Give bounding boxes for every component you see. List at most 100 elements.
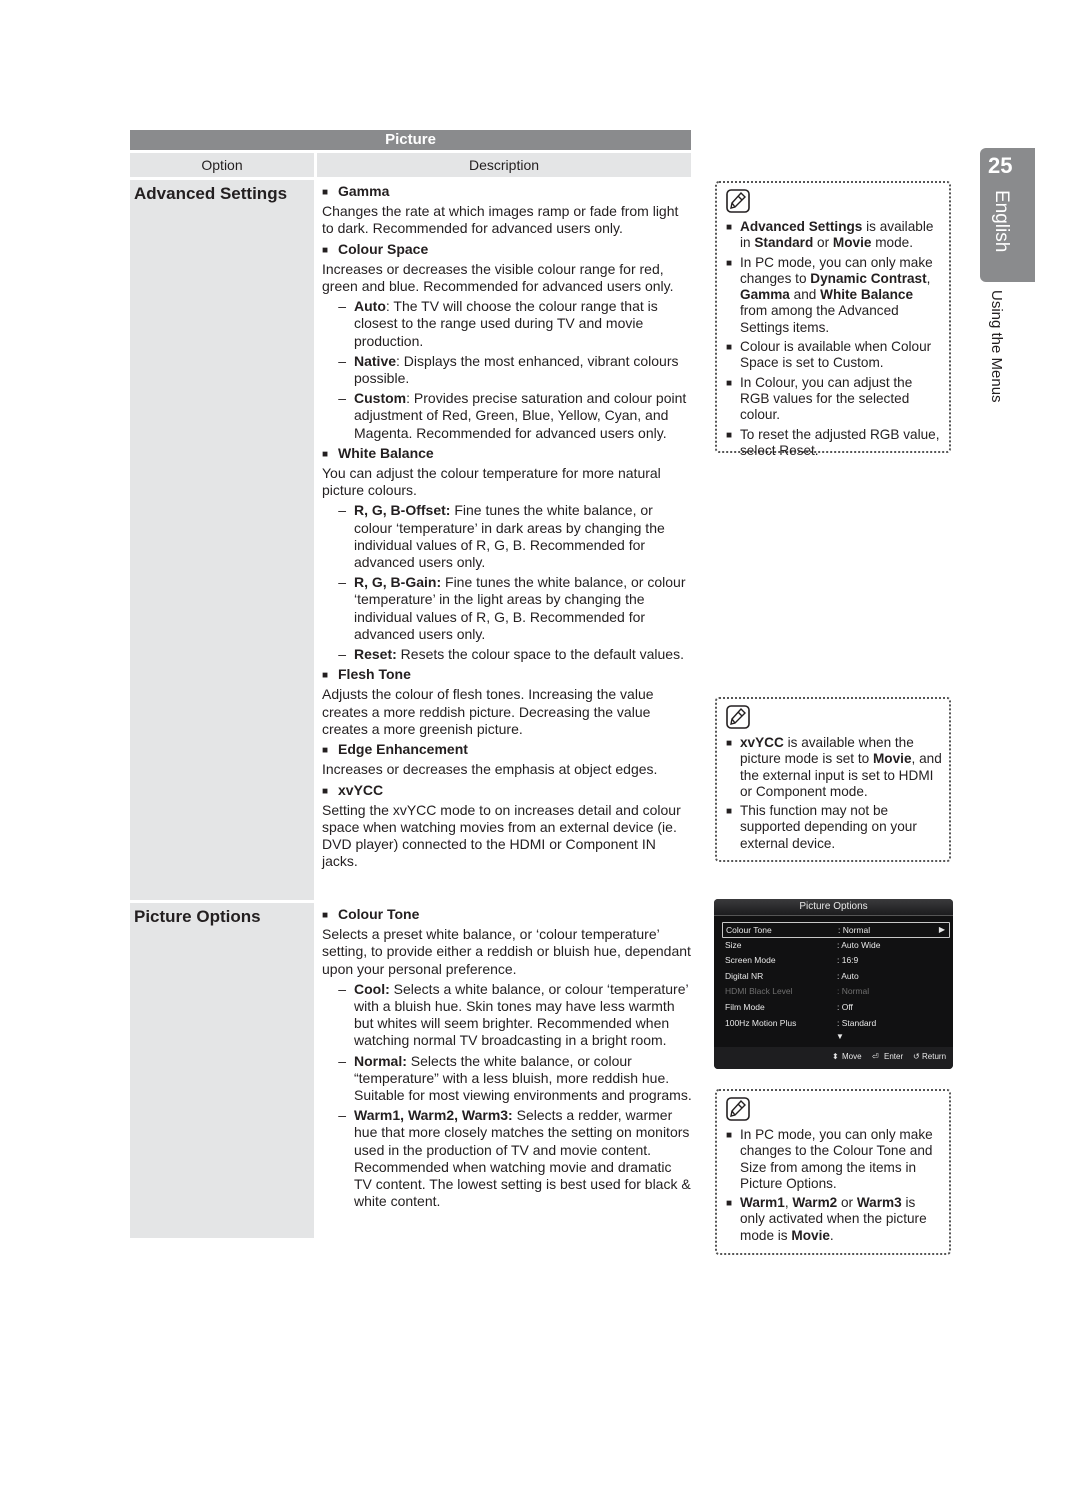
- sub-item-term: Custom: [354, 390, 407, 407]
- page-number: 25: [988, 153, 1013, 178]
- osd-footer: ⬍ Move ⏎ Enter ↺ Return: [714, 1047, 953, 1069]
- dash-bullet: –: [338, 1052, 346, 1069]
- osd-row-key: Size: [725, 939, 742, 950]
- item-description: You can adjust the colour temperature fo…: [322, 465, 661, 499]
- sub-item-desc: Selects a white balance, or colour ‘temp…: [354, 980, 689, 1049]
- note-box-advanced-settings: ■ Advanced Settings is available in Stand…: [715, 181, 951, 458]
- note-emphasis: Movie: [872, 751, 912, 767]
- item-description: Changes the rate at which images ramp or…: [322, 203, 679, 237]
- note-text: Advanced Settings is available in Standa…: [740, 219, 943, 252]
- osd-row-value: : Off: [837, 1002, 853, 1012]
- item-heading: ■ Colour Space: [322, 241, 692, 259]
- sub-item-text: Reset: Resets the colour space to the de…: [354, 646, 692, 663]
- osd-menu-row: 100Hz Motion Plus : Standard: [722, 1016, 948, 1030]
- osd-row-key: Film Mode: [725, 1002, 765, 1012]
- osd-return-label: Return: [922, 1052, 947, 1061]
- note-fragment: .: [829, 1227, 834, 1243]
- note-emphasis: xvYCC: [740, 735, 784, 750]
- osd-move-label: Move: [842, 1052, 862, 1061]
- note-fragment: To reset the adjusted RGB value, select …: [740, 426, 940, 458]
- item-description: Increases or decreases the visible colou…: [322, 260, 674, 295]
- sub-item-term: R, G, B-Gain:: [354, 574, 442, 591]
- side-tab: 25 English: [980, 148, 1035, 282]
- note-text: In Colour, you can adjust the RGB values…: [740, 375, 943, 424]
- item-title: Colour Space: [338, 240, 429, 257]
- item-title: Edge Enhancement: [338, 741, 468, 758]
- note-text: Colour is available when Colour Space is…: [740, 339, 943, 372]
- osd-row-value: : Normal: [838, 925, 871, 935]
- sub-item-term: Cool:: [354, 980, 390, 997]
- note-text: To reset the adjusted RGB value, select …: [740, 427, 943, 460]
- note-item: ■ To reset the adjusted RGB value, select…: [726, 427, 943, 460]
- note-fragment: and: [789, 287, 821, 303]
- item-heading: ■ Colour Tone: [322, 906, 692, 924]
- item-title: xvYCC: [338, 781, 384, 798]
- note-emphasis: Gamma: [740, 287, 790, 303]
- sub-item-text: Normal: Selects the white balance, or co…: [354, 1053, 692, 1105]
- dash-bullet: –: [338, 980, 346, 997]
- item-heading: ■ Edge Enhancement: [322, 741, 692, 759]
- section-label: Using the Menus: [988, 290, 1005, 403]
- note-fragment: or: [813, 235, 833, 251]
- note-fragment: ,: [926, 270, 931, 286]
- bullet-square-icon: ■: [726, 429, 733, 441]
- sub-item-text: Custom: Provides precise saturation and …: [354, 390, 692, 442]
- sub-item-text: R, G, B-Gain: Fine tunes the white balan…: [354, 574, 692, 643]
- chevron-right-icon: ▶: [938, 925, 945, 934]
- sub-item-desc: : Displays the most enhanced, vibrant co…: [354, 352, 679, 387]
- osd-menu-row: Colour Tone : Normal ▶: [722, 922, 950, 938]
- note-item: ■ In PC mode, you can only make changes t…: [726, 255, 943, 336]
- item-description: Selects a preset white balance, or ‘colo…: [322, 926, 691, 977]
- osd-title: Picture Options: [714, 899, 953, 916]
- return-icon: ↺: [913, 1052, 920, 1061]
- note-fragment: or: [837, 1195, 857, 1211]
- sub-item-desc: Resets the colour space to the default v…: [396, 646, 684, 663]
- item-title: Gamma: [338, 183, 390, 199]
- option-label: Advanced Settings: [134, 184, 288, 203]
- note-emphasis: Warm1: [740, 1195, 785, 1211]
- note-fragment: In PC mode, you can only make changes to…: [740, 1127, 933, 1191]
- sub-item-text: R, G, B-Offset: Fine tunes the white bal…: [354, 502, 692, 571]
- osd-row-value: : Standard: [837, 1017, 877, 1028]
- dash-bullet: –: [338, 574, 346, 591]
- description-picture-options: ■ Colour Tone Selects a preset white balan…: [322, 903, 692, 1210]
- note-item: ■ Advanced Settings is available in Stand…: [726, 219, 943, 252]
- note-emphasis: Standard: [754, 235, 814, 251]
- note-emphasis: Warm3: [856, 1195, 902, 1211]
- note-fragment: Colour is available when Colour Space is…: [740, 339, 932, 371]
- column-header-description: Description: [317, 153, 691, 177]
- osd-row-value: : 16:9: [837, 955, 859, 966]
- sub-item: – Warm1, Warm2, Warm3: Selects a redder, …: [322, 1107, 692, 1210]
- note-text: This function may not be supported depen…: [740, 803, 943, 852]
- note-item: ■ Colour is available when Colour Space i…: [726, 339, 943, 372]
- sub-item-term: Reset:: [354, 646, 397, 663]
- osd-menu-row: Film Mode : Off: [722, 1000, 948, 1014]
- osd-menu-row: HDMI Black Level: Normal: [722, 984, 948, 998]
- osd-row-key: 100Hz Motion Plus: [725, 1017, 797, 1028]
- note-pencil-icon: [726, 1097, 750, 1121]
- note-text: xvYCC is available when the picture mode…: [740, 735, 943, 800]
- sub-item-text: Native: Displays the most enhanced, vibr…: [354, 353, 692, 387]
- osd-enter-label: Enter: [884, 1052, 904, 1061]
- bullet-square-icon: ■: [322, 785, 329, 797]
- scroll-down-arrow-icon: ▼: [836, 1032, 844, 1041]
- bullet-square-icon: ■: [322, 745, 329, 757]
- note-item: ■ Warm1, Warm2 or Warm3 is only activated…: [726, 1195, 943, 1244]
- sub-item-term: R, G, B-Offset:: [354, 502, 451, 519]
- item-title: White Balance: [338, 444, 434, 461]
- sub-item-term: Normal:: [354, 1052, 407, 1069]
- sub-item: – Native: Displays the most enhanced, vib…: [322, 353, 692, 387]
- osd-row-key: Digital NR: [725, 970, 764, 981]
- bullet-square-icon: ■: [726, 222, 733, 233]
- dash-bullet: –: [338, 646, 346, 663]
- move-icon: ⬍: [832, 1052, 839, 1061]
- bullet-square-icon: ■: [726, 806, 733, 818]
- sub-item: – Auto: The TV will choose the colour ran…: [322, 298, 692, 350]
- note-fragment: from among the Advanced Settings items.: [740, 303, 899, 335]
- item-title: Colour Tone: [338, 906, 420, 922]
- osd-row-key: Colour Tone: [726, 925, 772, 935]
- bullet-square-icon: ■: [322, 910, 329, 921]
- bullet-square-icon: ■: [726, 1130, 733, 1141]
- sub-item-term: Native: [354, 352, 397, 369]
- dash-bullet: –: [338, 390, 346, 407]
